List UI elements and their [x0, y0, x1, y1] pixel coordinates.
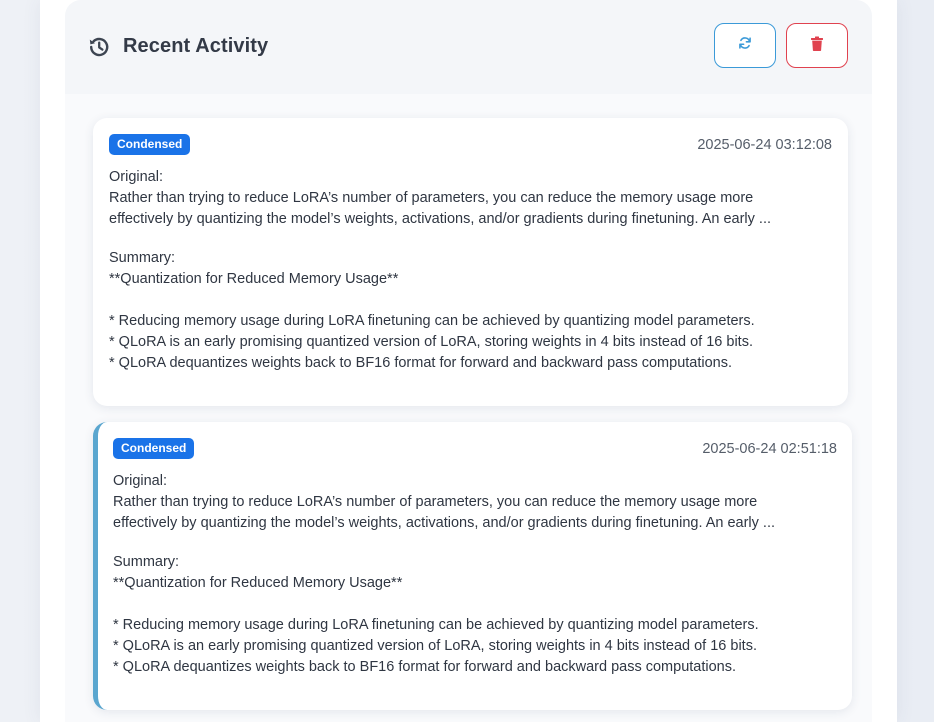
trash-icon — [810, 36, 824, 56]
original-text-line: Rather than trying to reduce LoRA’s numb… — [109, 190, 754, 206]
original-label: Original: — [113, 473, 167, 489]
activity-timestamp: 2025-06-24 03:12:08 — [697, 137, 832, 153]
summary-bullet: * QLoRA is an early promising quantized … — [113, 638, 757, 654]
summary-heading: **Quantization for Reduced Memory Usage*… — [109, 271, 399, 287]
recent-activity-panel: Recent Activity Condensed 2025-06-24 03:… — [65, 0, 872, 722]
history-icon — [87, 35, 111, 59]
summary-label: Summary: — [113, 554, 180, 570]
summary-heading: **Quantization for Reduced Memory Usage*… — [113, 575, 403, 591]
original-text-line: effectively by quantizing the model’s we… — [113, 515, 776, 531]
original-label: Original: — [109, 169, 163, 185]
summary-bullet: * QLoRA is an early promising quantized … — [109, 334, 753, 350]
activity-timestamp: 2025-06-24 02:51:18 — [702, 441, 837, 457]
summary-bullet: * Reducing memory usage during LoRA fine… — [113, 617, 759, 633]
summary-bullet: * QLoRA dequantizes weights back to BF16… — [109, 355, 733, 371]
summary-bullet: * Reducing memory usage during LoRA fine… — [109, 313, 755, 329]
status-badge: Condensed — [113, 438, 195, 459]
panel-title: Recent Activity — [123, 35, 269, 57]
original-text-line: Rather than trying to reduce LoRA’s numb… — [113, 494, 758, 510]
summary-bullet: * QLoRA dequantizes weights back to BF16… — [113, 659, 737, 675]
clear-history-button[interactable] — [786, 23, 848, 68]
activity-content: Original: Rather than trying to reduce L… — [109, 167, 829, 374]
page-container: Recent Activity Condensed 2025-06-24 03:… — [40, 0, 897, 722]
activity-card-selected[interactable]: Condensed 2025-06-24 02:51:18 Original: … — [93, 422, 852, 710]
summary-label: Summary: — [109, 250, 176, 266]
panel-header: Recent Activity — [65, 0, 872, 94]
original-text-line: effectively by quantizing the model’s we… — [109, 211, 772, 227]
refresh-button[interactable] — [714, 23, 776, 68]
activity-card[interactable]: Condensed 2025-06-24 03:12:08 Original: … — [93, 118, 848, 406]
refresh-icon — [738, 36, 752, 55]
status-badge: Condensed — [109, 134, 191, 155]
activity-content: Original: Rather than trying to reduce L… — [113, 471, 833, 678]
